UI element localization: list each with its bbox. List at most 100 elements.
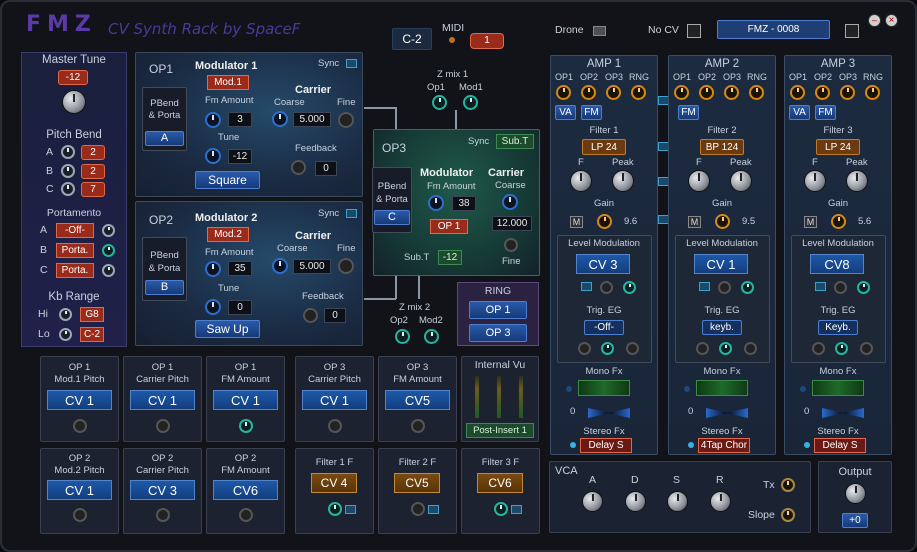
hi-value[interactable]: G8 (80, 307, 104, 322)
cv-select[interactable]: CV5 (385, 390, 450, 410)
amp-level-cv[interactable]: CV8 (810, 254, 864, 274)
ring-op3[interactable]: OP 3 (469, 324, 527, 342)
amp-level-knob[interactable] (834, 281, 847, 294)
vu-insert-button[interactable]: Post-Insert 1 (466, 423, 534, 438)
amp-op-knob[interactable] (674, 85, 689, 100)
preset-name[interactable]: FMZ - 0008 (717, 20, 830, 39)
op2-feedback-knob[interactable] (303, 308, 318, 323)
amp-trig-knob[interactable] (578, 342, 591, 355)
zmix2-b-knob[interactable] (424, 329, 439, 344)
op1-mod-button[interactable]: Mod.1 (207, 75, 249, 90)
drone-toggle[interactable] (593, 26, 606, 36)
op1-feedback-knob[interactable] (291, 160, 306, 175)
filter-cv-toggle[interactable] (511, 505, 522, 514)
amp-trig-knob-3[interactable] (626, 342, 639, 355)
minimize-icon[interactable]: – (868, 14, 881, 27)
amp-trig-knob-2[interactable] (601, 342, 614, 355)
amp-fm-button[interactable]: FM (678, 105, 699, 120)
amp-fm-button[interactable]: FM (815, 105, 836, 120)
op1-wave[interactable]: Square (195, 171, 260, 189)
nocv-icon[interactable] (687, 24, 701, 38)
filter-cv-select[interactable]: CV6 (477, 473, 523, 493)
op3-coarse-value[interactable]: 12.000 (492, 216, 532, 231)
amp-op-knob[interactable] (581, 85, 596, 100)
op1-fine-knob[interactable] (338, 112, 354, 128)
op2-feedback-value[interactable]: 0 (324, 308, 346, 323)
op3-fm-value[interactable]: 38 (452, 196, 476, 211)
cv-amount-knob[interactable] (239, 419, 253, 433)
amp-trig-value[interactable]: keyb. (702, 320, 742, 335)
master-tune-value[interactable]: -12 (58, 70, 88, 85)
op2-fine-knob[interactable] (338, 258, 354, 274)
amp-level-toggle[interactable] (581, 282, 592, 291)
op3-op-button[interactable]: OP 1 (430, 219, 468, 234)
amp-filter-type[interactable]: LP 24 (816, 139, 860, 155)
cv-amount-knob[interactable] (73, 508, 87, 522)
lo-value[interactable]: C-2 (80, 327, 104, 342)
amp-m-button[interactable]: M (570, 216, 583, 228)
amp-op-knob[interactable] (556, 85, 571, 100)
amp-va-button[interactable]: VA (555, 105, 576, 120)
amp-gain-knob[interactable] (715, 214, 730, 229)
op2-mod-button[interactable]: Mod.2 (207, 227, 249, 242)
vca-r-knob[interactable] (710, 491, 731, 512)
pb-a-value[interactable]: 2 (81, 145, 105, 160)
op2-fm-knob[interactable] (205, 261, 221, 277)
pb-a-knob[interactable] (61, 145, 75, 159)
amp-fm-button[interactable]: FM (581, 105, 602, 120)
op2-wave[interactable]: Saw Up (195, 320, 260, 338)
amp-level-knob[interactable] (718, 281, 731, 294)
amp-filter-type[interactable]: LP 24 (582, 139, 626, 155)
amp-stereo-value[interactable]: Delay S (580, 438, 632, 453)
cv-select[interactable]: CV 1 (213, 390, 278, 410)
op1-tune-value[interactable]: -12 (228, 149, 252, 164)
preset-icon[interactable] (845, 24, 859, 38)
op3-coarse-knob[interactable] (502, 194, 518, 210)
pb-b-value[interactable]: 2 (81, 164, 105, 179)
vca-slope-knob[interactable] (781, 508, 795, 522)
amp-trig-knob[interactable] (696, 342, 709, 355)
pb-b-knob[interactable] (61, 164, 75, 178)
op3-channel[interactable]: C (374, 210, 410, 225)
op1-tune-knob[interactable] (205, 148, 221, 164)
cv-amount-knob[interactable] (239, 508, 253, 522)
amp-trig-knob[interactable] (812, 342, 825, 355)
amp-f-knob[interactable] (570, 170, 592, 192)
master-tune-knob[interactable] (62, 90, 86, 114)
op1-fm-value[interactable]: 3 (228, 112, 252, 127)
amp-filter-type[interactable]: BP 124 (700, 139, 744, 155)
amp-f-knob[interactable] (688, 170, 710, 192)
amp-trig-value[interactable]: -Off- (584, 320, 624, 335)
cv-amount-knob[interactable] (328, 419, 342, 433)
amp-monofx-select[interactable] (696, 380, 748, 396)
amp-op-knob[interactable] (606, 85, 621, 100)
amp-trig-knob-3[interactable] (860, 342, 873, 355)
amp-peak-knob[interactable] (730, 170, 752, 192)
amp-monofx-select[interactable] (812, 380, 864, 396)
amp-op-knob[interactable] (815, 85, 830, 100)
amp-level-knob-2[interactable] (857, 281, 870, 294)
porta-a-knob[interactable] (102, 224, 115, 237)
vca-d-knob[interactable] (625, 491, 646, 512)
amp-m-button[interactable]: M (688, 216, 701, 228)
cv-amount-knob[interactable] (156, 419, 170, 433)
amp-level-toggle[interactable] (815, 282, 826, 291)
filter-cv-select[interactable]: CV5 (394, 473, 440, 493)
amp-op-knob[interactable] (724, 85, 739, 100)
zmix1-b-knob[interactable] (463, 95, 478, 110)
amp-op-knob[interactable] (840, 85, 855, 100)
porta-b-value[interactable]: Porta. (56, 243, 94, 258)
op2-sync-toggle[interactable] (346, 209, 357, 218)
cv-select[interactable]: CV 1 (47, 480, 112, 500)
op2-coarse-value[interactable]: 5.000 (293, 259, 331, 274)
cv-select[interactable]: CV 1 (130, 390, 195, 410)
op3-fm-knob[interactable] (428, 195, 444, 211)
amp-level-cv[interactable]: CV 1 (694, 254, 748, 274)
midi-channel[interactable]: 1 (470, 33, 504, 49)
cv-select[interactable]: CV 1 (302, 390, 367, 410)
filter-cv-knob[interactable] (411, 502, 425, 516)
amp-stereo-value[interactable]: Delay S (814, 438, 866, 453)
zmix1-a-knob[interactable] (432, 95, 447, 110)
op1-coarse-value[interactable]: 5.000 (293, 112, 331, 127)
note-display[interactable]: C-2 (392, 28, 432, 50)
